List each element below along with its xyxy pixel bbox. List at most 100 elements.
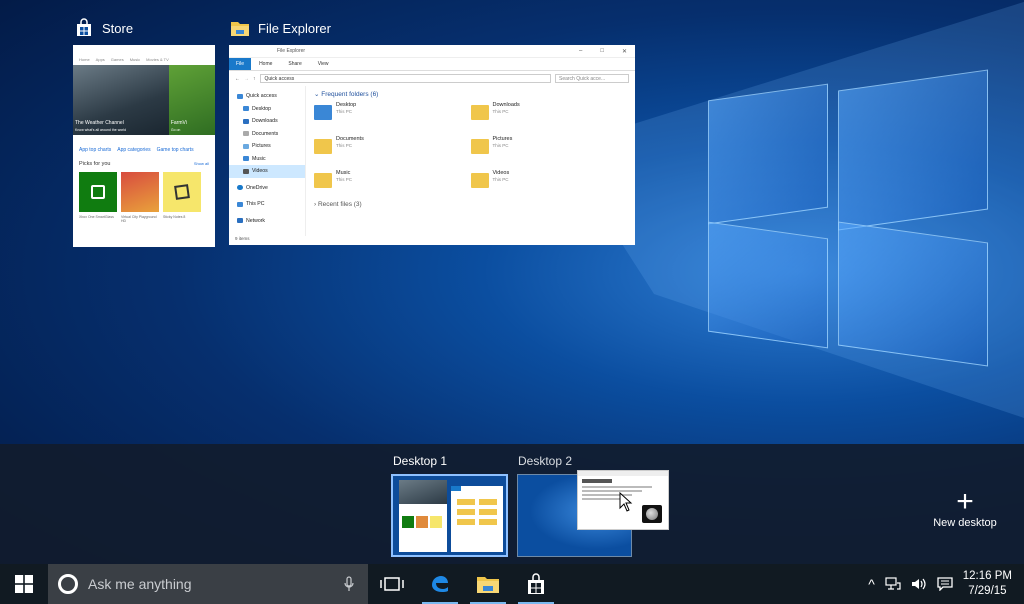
microphone-icon[interactable]	[344, 576, 354, 592]
explorer-content: ⌄ Frequent folders (6) Desktop This PC Do…	[306, 86, 635, 236]
folder-location: This PC	[336, 109, 353, 114]
nav-desktop: Desktop	[229, 103, 305, 116]
explorer-title-label: File Explorer	[258, 20, 331, 36]
store-hero-farmville: FarmVi Go on	[168, 65, 215, 135]
address-text: Quick access	[264, 75, 295, 82]
folder-location: This PC	[492, 177, 509, 182]
explorer-titlebar-text: File Explorer	[277, 48, 306, 54]
store-nav-home: Home	[79, 57, 90, 62]
nav-desktop-label: Desktop	[252, 105, 272, 112]
nav-downloads: Downloads	[229, 115, 305, 128]
folder-name: Pictures	[492, 136, 513, 142]
nav-onedrive-label: OneDrive	[246, 184, 268, 191]
folder-icon	[314, 105, 332, 120]
item-count: 9 items	[235, 236, 250, 241]
store-app-labels: Xbox One SmartGlass Virtual City Playgro…	[73, 215, 215, 223]
windows-logo-icon	[15, 575, 33, 593]
frequent-folders-header: ⌄ Frequent folders (6)	[314, 91, 379, 98]
back-icon: ←	[235, 75, 240, 82]
explorer-window-preview[interactable]: File Explorer – □ ✕ File Home Share View…	[229, 45, 635, 245]
folder-location: This PC	[492, 109, 509, 114]
cortana-search-box[interactable]: Ask me anything	[48, 564, 368, 604]
taskbar-store[interactable]	[512, 564, 560, 604]
folder-name: Desktop	[336, 102, 357, 108]
nav-quick-access-label: Quick access	[246, 93, 277, 100]
store-link-game-top-charts: Game top charts	[156, 147, 194, 153]
clock-date: 7/29/15	[968, 585, 1007, 597]
windows-logo-pane-3	[708, 221, 828, 349]
store-nav-music: Music	[129, 57, 141, 62]
xbox-tile	[79, 172, 117, 212]
store-link-app-top-charts: App top charts	[79, 147, 112, 153]
explorer-body: Quick access Desktop Downloads Documents…	[229, 86, 635, 236]
frequent-folders-label: Frequent folders (6)	[321, 91, 379, 98]
store-picks-header: Picks for you Show all	[73, 159, 215, 169]
folder-icon	[470, 105, 489, 120]
nav-pictures: Pictures	[229, 140, 305, 153]
store-window-title[interactable]: Store	[74, 18, 133, 38]
volume-icon[interactable]	[911, 577, 927, 591]
store-hero-left-sub: Know what's all around the world	[75, 128, 127, 132]
store-hero-right-sub: Go on	[170, 128, 181, 132]
folder-icon	[314, 139, 332, 154]
folder-icon	[314, 173, 332, 188]
address-bar: Quick access	[259, 74, 551, 83]
nav-music-label: Music	[252, 155, 266, 162]
store-hero-right-label: FarmVi	[170, 120, 187, 126]
minimize-icon: –	[579, 47, 583, 54]
explorer-window-title[interactable]: File Explorer	[230, 18, 331, 38]
nav-documents: Documents	[229, 128, 305, 141]
frequent-folders-grid: Desktop This PC Downloads This PC Document…	[314, 102, 627, 199]
folder-item-videos: Videos This PC	[470, 170, 628, 199]
explorer-search-text: Search Quick acce...	[559, 75, 606, 82]
store-link-app-categories: App categories	[117, 147, 151, 153]
store-window-preview[interactable]: Home Apps Games Music Movies & TV The We…	[73, 45, 215, 247]
file-explorer-icon	[477, 577, 499, 593]
close-icon: ✕	[621, 48, 627, 55]
store-nav-games: Games	[110, 57, 124, 62]
store-app-label-3: Sticky Notes 8	[163, 215, 186, 219]
folder-name: Music	[336, 170, 351, 176]
explorer-window-controls: – □ ✕	[579, 48, 627, 55]
store-links: App top charts App categories Game top c…	[73, 135, 215, 159]
desktop-1-thumbnail[interactable]	[391, 474, 508, 557]
search-placeholder: Ask me anything	[88, 576, 192, 592]
folder-item-music: Music This PC	[314, 170, 471, 199]
taskbar-file-explorer[interactable]	[464, 564, 512, 604]
explorer-titlebar: File Explorer – □ ✕	[229, 45, 635, 58]
up-icon: ↑	[253, 75, 256, 82]
folder-item-documents: Documents This PC	[314, 136, 471, 165]
start-button[interactable]	[0, 564, 48, 604]
virtual-city-tile	[121, 172, 159, 212]
store-app-label-1: Xbox One SmartGlass	[79, 215, 114, 219]
show-hidden-icons-icon[interactable]: ^	[868, 576, 875, 592]
folder-name: Documents	[336, 136, 364, 142]
network-icon[interactable]	[885, 577, 901, 591]
nav-videos-label: Videos	[252, 168, 268, 175]
explorer-status-bar: 9 items	[229, 236, 635, 245]
desktop-1-store-mini	[399, 480, 447, 552]
new-desktop-button[interactable]: + New desktop	[920, 487, 1010, 530]
task-view-icon	[380, 577, 404, 591]
task-view-button[interactable]	[368, 564, 416, 604]
windows-logo-pane-1	[708, 83, 828, 225]
ribbon-tab-home: Home	[259, 61, 273, 67]
nav-onedrive: OneDrive	[229, 182, 305, 195]
windows-logo-pane-2	[838, 69, 988, 231]
nav-videos: Videos	[229, 165, 305, 178]
nav-downloads-label: Downloads	[252, 118, 278, 125]
folder-item-downloads: Downloads This PC	[470, 102, 628, 131]
folder-location: This PC	[336, 177, 353, 182]
explorer-nav-pane: Quick access Desktop Downloads Documents…	[229, 86, 306, 236]
ribbon-tab-file: File	[229, 58, 252, 70]
store-nav-movies: Movies & TV	[146, 57, 169, 62]
folder-icon	[470, 173, 489, 188]
maximize-icon: □	[600, 47, 604, 54]
sticky-notes-tile	[163, 172, 201, 212]
action-center-icon[interactable]	[937, 577, 953, 591]
cortana-icon	[58, 574, 78, 594]
clock[interactable]: 12:16 PM 7/29/15	[963, 569, 1012, 599]
forward-icon: →	[244, 75, 249, 82]
store-nav-apps: Apps	[95, 57, 105, 62]
taskbar-edge[interactable]	[416, 564, 464, 604]
